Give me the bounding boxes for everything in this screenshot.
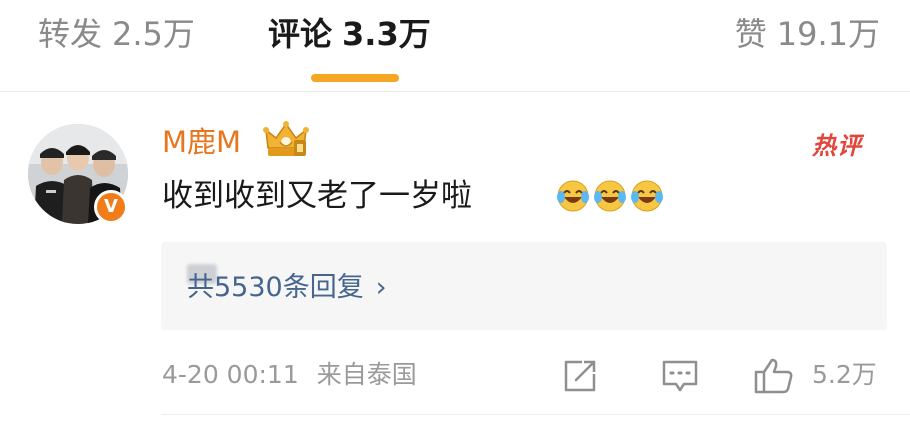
tab-comment-count: 3.3万 [342, 15, 431, 53]
tab-comment-label: 评论 [268, 15, 333, 53]
tab-like-count: 19.1万 [776, 15, 880, 53]
tab-repost-count: 2.5万 [112, 15, 195, 53]
share-icon[interactable] [560, 356, 600, 396]
comment-icon[interactable] [660, 356, 700, 396]
tab-like[interactable]: 赞 19.1万 [735, 12, 880, 56]
tab-bar: 转发 2.5万 评论 3.3万 赞 19.1万 [0, 0, 910, 92]
comment-source: 来自泰国 [316, 360, 417, 389]
active-tab-indicator [311, 74, 399, 82]
chevron-right-icon: › [375, 272, 387, 303]
tab-repost[interactable]: 转发 2.5万 [38, 12, 195, 56]
laugh-cry-emoji-icon [631, 180, 663, 212]
like-count: 5.2万 [812, 360, 877, 389]
comment-divider [161, 414, 910, 415]
comment-meta: 4-20 00:11 来自泰国 [162, 358, 417, 392]
verified-badge: V [94, 190, 128, 224]
comment-text: 收到收到又老了一岁啦 [162, 178, 472, 214]
tab-like-label: 赞 [734, 15, 767, 53]
tab-comment[interactable]: 评论 3.3万 [268, 12, 431, 56]
comment-username[interactable]: M鹿M [162, 124, 241, 160]
view-replies-link[interactable]: 共5530条回复 › [187, 270, 387, 306]
replies-count-label: 共5530条回复 [187, 272, 364, 303]
laugh-cry-emoji-icon [557, 180, 589, 212]
emoji-group [555, 178, 666, 214]
thumbs-up-icon[interactable] [752, 356, 796, 396]
crown-badge-icon [263, 121, 309, 156]
tab-repost-label: 转发 [38, 15, 103, 53]
laugh-cry-emoji-icon [594, 180, 626, 212]
comment-timestamp: 4-20 00:11 [162, 360, 299, 389]
hot-comment-tag: 热评 [812, 132, 862, 160]
tab-divider [0, 91, 910, 92]
